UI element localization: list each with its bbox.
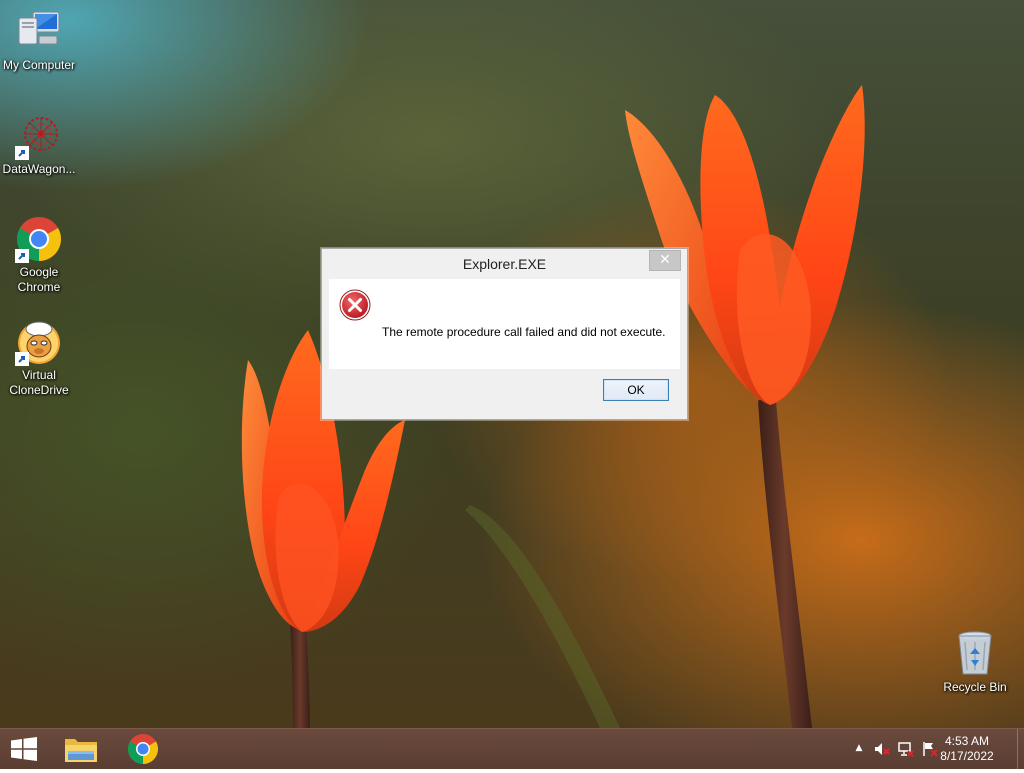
error-icon xyxy=(339,289,371,321)
taskbar-chrome-button[interactable] xyxy=(120,729,166,769)
clock-date: 8/17/2022 xyxy=(940,749,994,763)
desktop-icon-google-chrome[interactable]: Google Chrome xyxy=(0,215,78,295)
desktop-icon-my-computer[interactable]: My Computer xyxy=(0,8,78,73)
clock-time: 4:53 AM xyxy=(944,734,990,748)
close-icon: ✕ xyxy=(659,252,671,268)
windows-logo-icon xyxy=(11,737,37,761)
clock[interactable]: 4:53 AM 8/17/2022 xyxy=(932,734,1002,764)
volume-button[interactable] xyxy=(874,741,890,757)
desktop-icon-label: DataWagon... xyxy=(2,162,76,176)
dialog-titlebar[interactable]: Explorer.EXE ✕ xyxy=(322,249,687,279)
dialog-message: The remote procedure call failed and did… xyxy=(382,325,666,339)
desktop[interactable]: My Computer DataWagon... Google Chrome V… xyxy=(0,0,1024,728)
chrome-icon xyxy=(15,215,63,263)
shortcut-arrow-icon xyxy=(15,146,29,160)
dialog-content: The remote procedure call failed and did… xyxy=(329,279,680,369)
taskbar: ▲ 4:53 AM 8/17/2022 xyxy=(0,728,1024,769)
network-button[interactable] xyxy=(898,741,914,757)
datawagon-icon xyxy=(15,112,63,160)
close-button[interactable]: ✕ xyxy=(649,250,681,271)
desktop-icon-label: Google Chrome xyxy=(17,265,61,294)
start-button[interactable] xyxy=(0,729,48,769)
taskbar-file-explorer-button[interactable] xyxy=(58,729,104,769)
desktop-icon-recycle-bin[interactable]: Recycle Bin xyxy=(936,630,1014,695)
network-icon xyxy=(898,742,914,757)
shortcut-arrow-icon xyxy=(15,249,29,263)
chrome-icon xyxy=(127,734,159,764)
dialog-footer: OK xyxy=(329,369,680,411)
dialog-title: Explorer.EXE xyxy=(462,256,547,272)
desktop-icon-label: Recycle Bin xyxy=(943,680,1007,694)
folder-icon xyxy=(65,739,97,762)
show-hidden-icons-button[interactable]: ▲ xyxy=(851,740,867,756)
show-desktop-button[interactable] xyxy=(1017,729,1024,769)
shortcut-arrow-icon xyxy=(15,352,29,366)
desktop-icon-label: Virtual CloneDrive xyxy=(9,368,69,397)
desktop-icon-label: My Computer xyxy=(2,58,76,72)
desktop-icon-datawagon[interactable]: DataWagon... xyxy=(0,112,78,177)
desktop-icon-virtual-clonedrive[interactable]: Virtual CloneDrive xyxy=(0,318,78,398)
clonedrive-sheep-icon xyxy=(15,318,63,366)
computer-icon xyxy=(15,8,63,56)
ok-button[interactable]: OK xyxy=(603,379,669,401)
error-dialog[interactable]: Explorer.EXE ✕ The remote procedure call… xyxy=(321,248,688,420)
volume-muted-icon xyxy=(875,743,890,755)
chevron-up-icon: ▲ xyxy=(855,743,863,753)
recycle-bin-icon xyxy=(951,630,999,678)
